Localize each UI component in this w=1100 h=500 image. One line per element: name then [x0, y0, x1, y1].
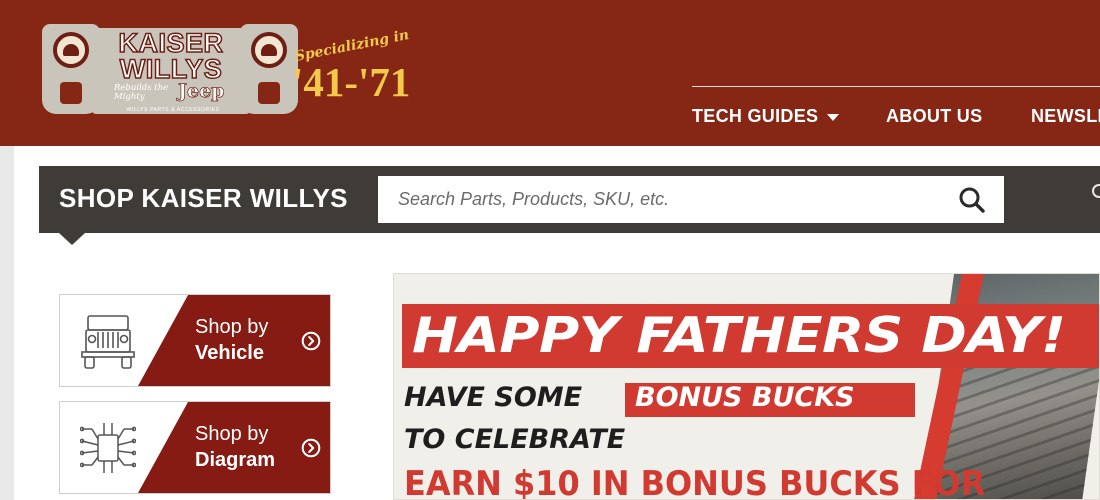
nav-item-newsletter[interactable]: NEWSLI	[1031, 106, 1100, 127]
logo-word-willys: WILLYS	[119, 53, 223, 85]
logo-tagline: WILLYS PARTS & ACCESSORIES	[126, 107, 220, 113]
promo-line2-prefix: HAVE SOME	[404, 382, 583, 413]
card-label-line2: Diagram	[195, 449, 276, 471]
nav-item-tech-guides[interactable]: TECH GUIDES	[692, 106, 886, 127]
search-icon	[959, 187, 985, 213]
years-text: '41-'71	[292, 59, 411, 105]
nav-item-about-us[interactable]: ABOUT US	[886, 106, 1031, 127]
promo-headline: HAPPY FATHERS DAY!	[412, 307, 1066, 364]
shop-bar-pointer	[59, 233, 85, 245]
nav-item-label: ABOUT US	[886, 106, 983, 126]
nav-item-label: NEWSLI	[1031, 106, 1100, 126]
jeep-icon	[81, 315, 135, 369]
promo-line3: TO CELEBRATE	[404, 424, 626, 455]
card-label-line1: Shop by	[195, 316, 269, 338]
promo-line2-highlight: BONUS BUCKS	[635, 382, 855, 413]
cart-icon[interactable]	[1092, 184, 1100, 198]
kaiser-willys-logo[interactable]: KAISER WILLYS Rebuilds the Mighty Jeep W…	[42, 24, 304, 118]
shop-by-vehicle-card[interactable]: Shop by Vehicle	[59, 294, 331, 387]
chevron-right-circle-icon	[301, 331, 321, 351]
logo-plate: KAISER WILLYS Rebuilds the Mighty Jeep W…	[92, 27, 250, 114]
search-button[interactable]	[950, 178, 994, 221]
chevron-right-circle-icon	[301, 438, 321, 458]
fathers-day-promo-banner[interactable]: HAPPY FATHERS DAY! HAVE SOME BONUS BUCKS…	[393, 273, 1100, 500]
circuit-diagram-icon	[80, 423, 136, 473]
nav-divider	[692, 86, 1100, 87]
specializing-badge: Specializing in '41-'71	[282, 27, 422, 106]
shop-by-diagram-card[interactable]: Shop by Diagram	[59, 401, 331, 494]
nav-item-label: TECH GUIDES	[692, 106, 819, 126]
card-label-line2: Vehicle	[195, 342, 264, 364]
main-nav: TECH GUIDES ABOUT US NEWSLI	[692, 106, 1100, 127]
logo-jeep-text: Jeep	[178, 80, 225, 103]
search-input[interactable]	[378, 176, 1004, 223]
caret-down-icon	[827, 114, 840, 121]
card-label: Shop by Diagram	[195, 421, 275, 473]
card-label: Shop by Vehicle	[195, 314, 268, 366]
card-label-line1: Shop by	[195, 423, 269, 445]
promo-line4: EARN $10 IN BONUS BUCKS FOR	[404, 464, 986, 500]
site-header: KAISER WILLYS Rebuilds the Mighty Jeep W…	[0, 0, 1100, 146]
logo-rebuilds-text: Rebuilds the Mighty	[114, 83, 169, 102]
shop-bar-title: SHOP KAISER WILLYS	[59, 183, 348, 213]
